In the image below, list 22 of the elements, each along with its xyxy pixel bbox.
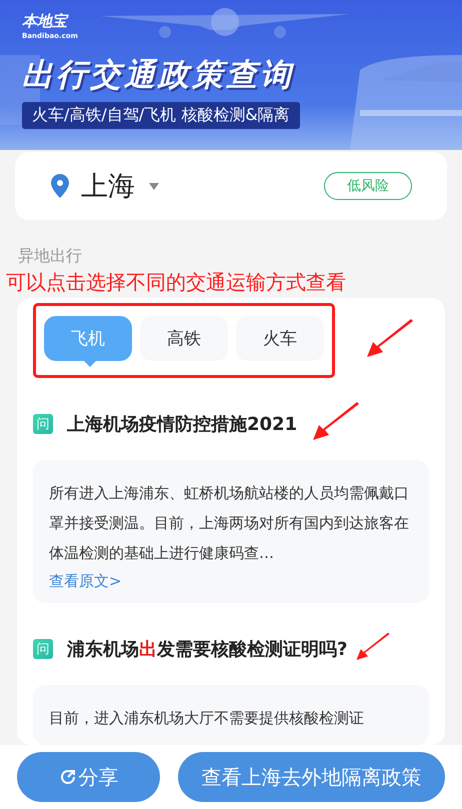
- share-icon: [58, 768, 76, 786]
- transport-tab[interactable]: 高铁: [140, 316, 228, 361]
- city-selector[interactable]: 上海: [81, 168, 135, 204]
- question-title[interactable]: 上海机场疫情防控措施2021: [67, 412, 298, 436]
- answer-text: 目前，进入浦东机场大厅不需要提供核酸检测证: [49, 708, 364, 729]
- question-badge: 问: [33, 414, 53, 434]
- logo: 本地宝: [22, 12, 67, 31]
- page-title: 出行交通政策查询: [22, 56, 294, 95]
- caret-icon[interactable]: [149, 182, 159, 190]
- subtitle-banner: 火车/高铁/自驾/飞机 核酸检测&隔离: [22, 102, 300, 129]
- question-badge: 问: [33, 639, 53, 659]
- risk-badge: 低风险: [324, 172, 412, 200]
- arrow-icon: [311, 402, 362, 442]
- transport-tab[interactable]: 火车: [236, 316, 324, 361]
- annotation-text: 可以点击选择不同的交通运输方式查看: [6, 269, 347, 296]
- answer-text: 所有进入上海浦东、虹桥机场航站楼的人员均需佩戴口罩并接受测温。目前，上海两场对所有国内到达旅客在体温检测的基础上进行健康码查…: [49, 483, 410, 564]
- tab-pointer-icon: [84, 361, 96, 367]
- question-title[interactable]: 浦东机场出发需要核酸检测证明吗?: [67, 637, 348, 661]
- view-source-link[interactable]: 查看原文>: [49, 572, 122, 591]
- arrow-icon: [365, 318, 415, 358]
- location-pin-icon: [51, 174, 69, 198]
- section-label: 异地出行: [18, 246, 83, 267]
